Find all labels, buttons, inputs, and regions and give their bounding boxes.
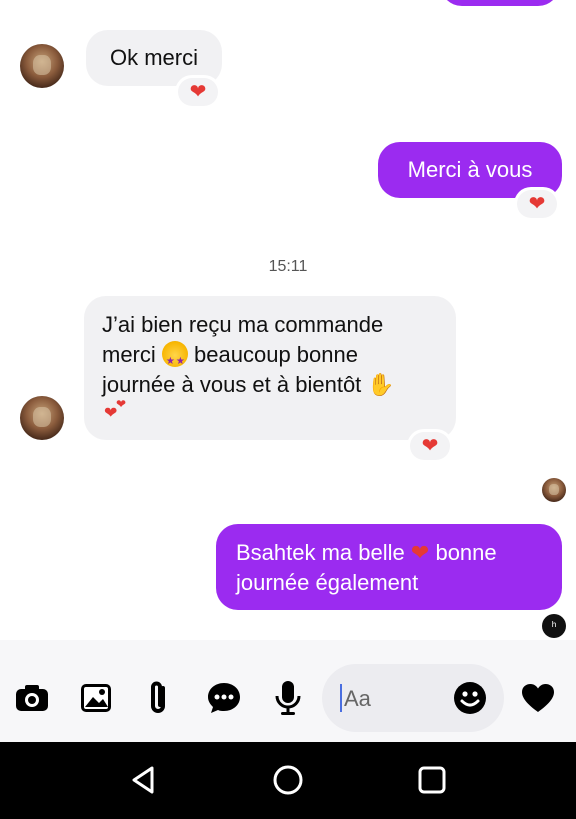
waving-hand-emoji-icon: ✋: [367, 372, 395, 397]
timestamp: 15:11: [268, 258, 308, 275]
contact-avatar[interactable]: [20, 396, 64, 440]
message-text: Bsahtek ma belle: [236, 540, 405, 565]
text-cursor: [340, 684, 342, 712]
paperclip-icon[interactable]: [140, 680, 176, 716]
sent-status-icon: ʰ: [542, 614, 566, 638]
incoming-message-bubble[interactable]: J’ai bien reçu ma commande merci ★ ★ bea…: [84, 296, 456, 440]
message-reaction[interactable]: ❤: [410, 432, 450, 460]
message-text: Ok merci: [110, 45, 198, 70]
seen-receipt-avatar: [542, 478, 566, 502]
outgoing-message-bubble[interactable]: Bsahtek ma belle ❤ bonne journée égaleme…: [216, 524, 562, 610]
message-text: journée à vous et à bientôt: [102, 372, 362, 397]
heart-reaction-icon: ❤: [421, 435, 439, 457]
message-text: bonne: [435, 540, 497, 565]
message-line: merci ★ ★ beaucoup bonne: [102, 340, 395, 370]
recents-square-icon[interactable]: [416, 764, 448, 801]
star-struck-emoji-icon: ★ ★: [161, 341, 188, 367]
heart-reaction-icon: ❤: [528, 193, 546, 215]
contact-avatar[interactable]: [20, 44, 64, 88]
message-reaction[interactable]: ❤: [517, 190, 557, 218]
message-line: journée également: [236, 570, 419, 595]
chat-bubble-icon[interactable]: [206, 680, 242, 716]
red-heart-emoji-icon: ❤: [410, 540, 430, 565]
two-hearts-emoji-icon: ❤ ❤: [104, 397, 127, 422]
message-input[interactable]: Aa: [322, 664, 504, 732]
back-triangle-icon[interactable]: [128, 764, 160, 801]
microphone-icon[interactable]: [270, 680, 306, 716]
previous-outgoing-bubble[interactable]: [440, 0, 560, 6]
home-circle-icon[interactable]: [272, 764, 304, 801]
message-line: Bsahtek ma belle ❤ bonne: [236, 538, 497, 568]
message-line: journée à vous et à bientôt ✋: [102, 370, 395, 400]
message-text: merci: [102, 342, 156, 367]
camera-icon[interactable]: [14, 680, 50, 716]
input-placeholder: Aa: [344, 686, 371, 711]
heart-icon[interactable]: [520, 680, 556, 716]
message-reaction[interactable]: ❤: [178, 78, 218, 106]
message-line: J’ai bien reçu ma commande: [102, 312, 384, 337]
message-text: Merci à vous: [407, 157, 533, 182]
smiley-icon[interactable]: [452, 680, 488, 716]
message-text: beaucoup bonne: [194, 342, 358, 367]
heart-reaction-icon: ❤: [189, 81, 207, 103]
image-icon[interactable]: [78, 680, 114, 716]
